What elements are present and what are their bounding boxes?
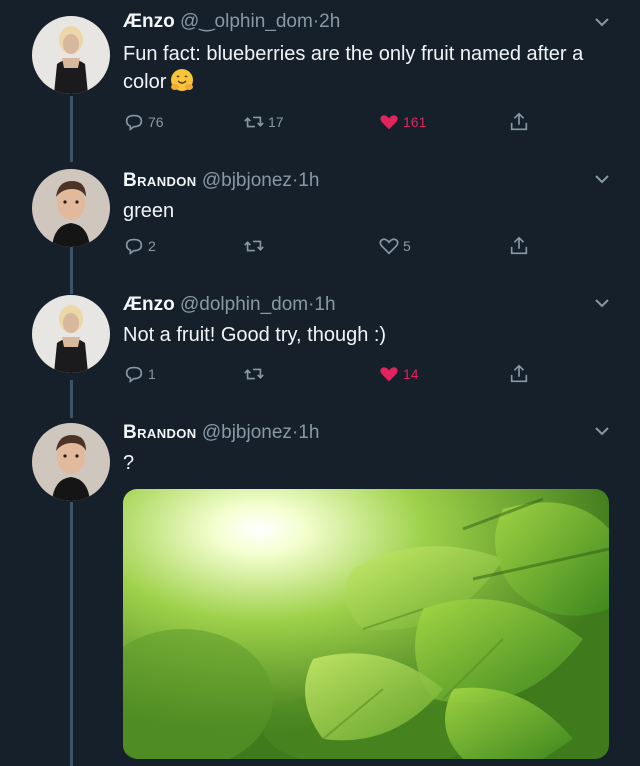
display-name[interactable]: Ænzo	[123, 11, 175, 32]
retweet-button[interactable]: 17	[243, 110, 284, 134]
share-icon	[510, 236, 528, 255]
heart-filled-icon	[380, 115, 398, 130]
thread-connector	[70, 96, 73, 162]
like-count: 14	[403, 366, 419, 382]
thread-connector	[70, 502, 73, 766]
retweet-count: 17	[268, 114, 284, 130]
sunlit-green-leaves-photo	[123, 489, 609, 759]
tweet-thread: Ænzo @‿olphin_dom·2h Fun fact: blueberri…	[0, 0, 640, 766]
thread-connector	[70, 246, 73, 294]
timestamp[interactable]: 2h	[319, 11, 340, 32]
tweet-actions: 1 14	[123, 362, 543, 386]
tweet-body: ?	[123, 452, 135, 474]
retweet-button[interactable]	[243, 234, 268, 258]
thread-connector	[70, 380, 73, 418]
user-handle[interactable]: @bjbjonez	[202, 170, 292, 191]
timestamp[interactable]: 1h	[314, 294, 335, 315]
reply-count: 2	[148, 238, 156, 254]
reply-button[interactable]: 2	[123, 234, 156, 258]
tweet-body: green	[123, 200, 175, 222]
display-name[interactable]: Brandon	[123, 170, 197, 191]
avatar[interactable]	[32, 16, 110, 94]
tweet-header: Brandon @bjbjonez·1h	[123, 169, 319, 193]
retweet-icon	[244, 240, 264, 252]
retweet-button[interactable]	[243, 362, 268, 386]
like-button[interactable]: 161	[378, 110, 426, 134]
chevron-down-icon[interactable]	[594, 297, 610, 309]
reply-icon	[125, 114, 143, 131]
avatar[interactable]	[32, 295, 110, 373]
like-count: 161	[403, 114, 427, 130]
chevron-down-icon[interactable]	[594, 16, 610, 28]
chevron-down-icon[interactable]	[594, 173, 610, 185]
share-button[interactable]	[508, 362, 533, 386]
avatar[interactable]	[32, 423, 110, 501]
reply-count: 1	[148, 366, 156, 382]
user-handle[interactable]: @bjbjonez	[202, 422, 292, 443]
tweet-text: Not a fruit! Good try, though :)	[123, 321, 623, 349]
like-button[interactable]: 14	[378, 362, 419, 386]
retweet-icon	[244, 368, 264, 380]
share-icon	[510, 364, 528, 383]
share-icon	[510, 112, 528, 131]
share-button[interactable]	[508, 110, 533, 134]
tweet-body: Not a fruit! Good try, though :)	[123, 324, 387, 346]
user-handle[interactable]: @dolphin_dom	[180, 294, 308, 315]
reply-count: 76	[148, 114, 164, 130]
tweet-text: Fun fact: blueberries are the only fruit…	[123, 40, 623, 96]
user-handle[interactable]: @‿olphin_dom	[180, 11, 313, 32]
heart-filled-icon	[380, 367, 398, 382]
reply-button[interactable]: 76	[123, 110, 164, 134]
reply-icon	[125, 238, 143, 255]
tweet-text: green	[123, 197, 623, 225]
chevron-down-icon[interactable]	[594, 425, 610, 437]
tweet-actions: 2 5	[123, 234, 543, 258]
like-button[interactable]: 5	[378, 234, 411, 258]
like-count: 5	[403, 238, 411, 254]
reply-button[interactable]: 1	[123, 362, 156, 386]
tweet-header: Ænzo @‿olphin_dom·2h	[123, 10, 340, 34]
tweet-media-image[interactable]	[123, 489, 609, 759]
share-button[interactable]	[508, 234, 533, 258]
avatar[interactable]	[32, 169, 110, 247]
tweet-actions: 76 17 161	[123, 110, 543, 134]
display-name[interactable]: Ænzo	[123, 294, 175, 315]
timestamp[interactable]: 1h	[298, 170, 319, 191]
reply-icon	[125, 366, 143, 383]
display-name[interactable]: Brandon	[123, 422, 197, 443]
timestamp[interactable]: 1h	[298, 422, 319, 443]
retweet-icon	[244, 116, 264, 128]
tweet-header: Brandon @bjbjonez·1h	[123, 421, 319, 445]
hugging-face-icon	[171, 69, 194, 91]
heart-outline-icon	[379, 238, 399, 255]
tweet-text: ?	[123, 449, 623, 477]
tweet-header: Ænzo @dolphin_dom·1h	[123, 293, 336, 317]
